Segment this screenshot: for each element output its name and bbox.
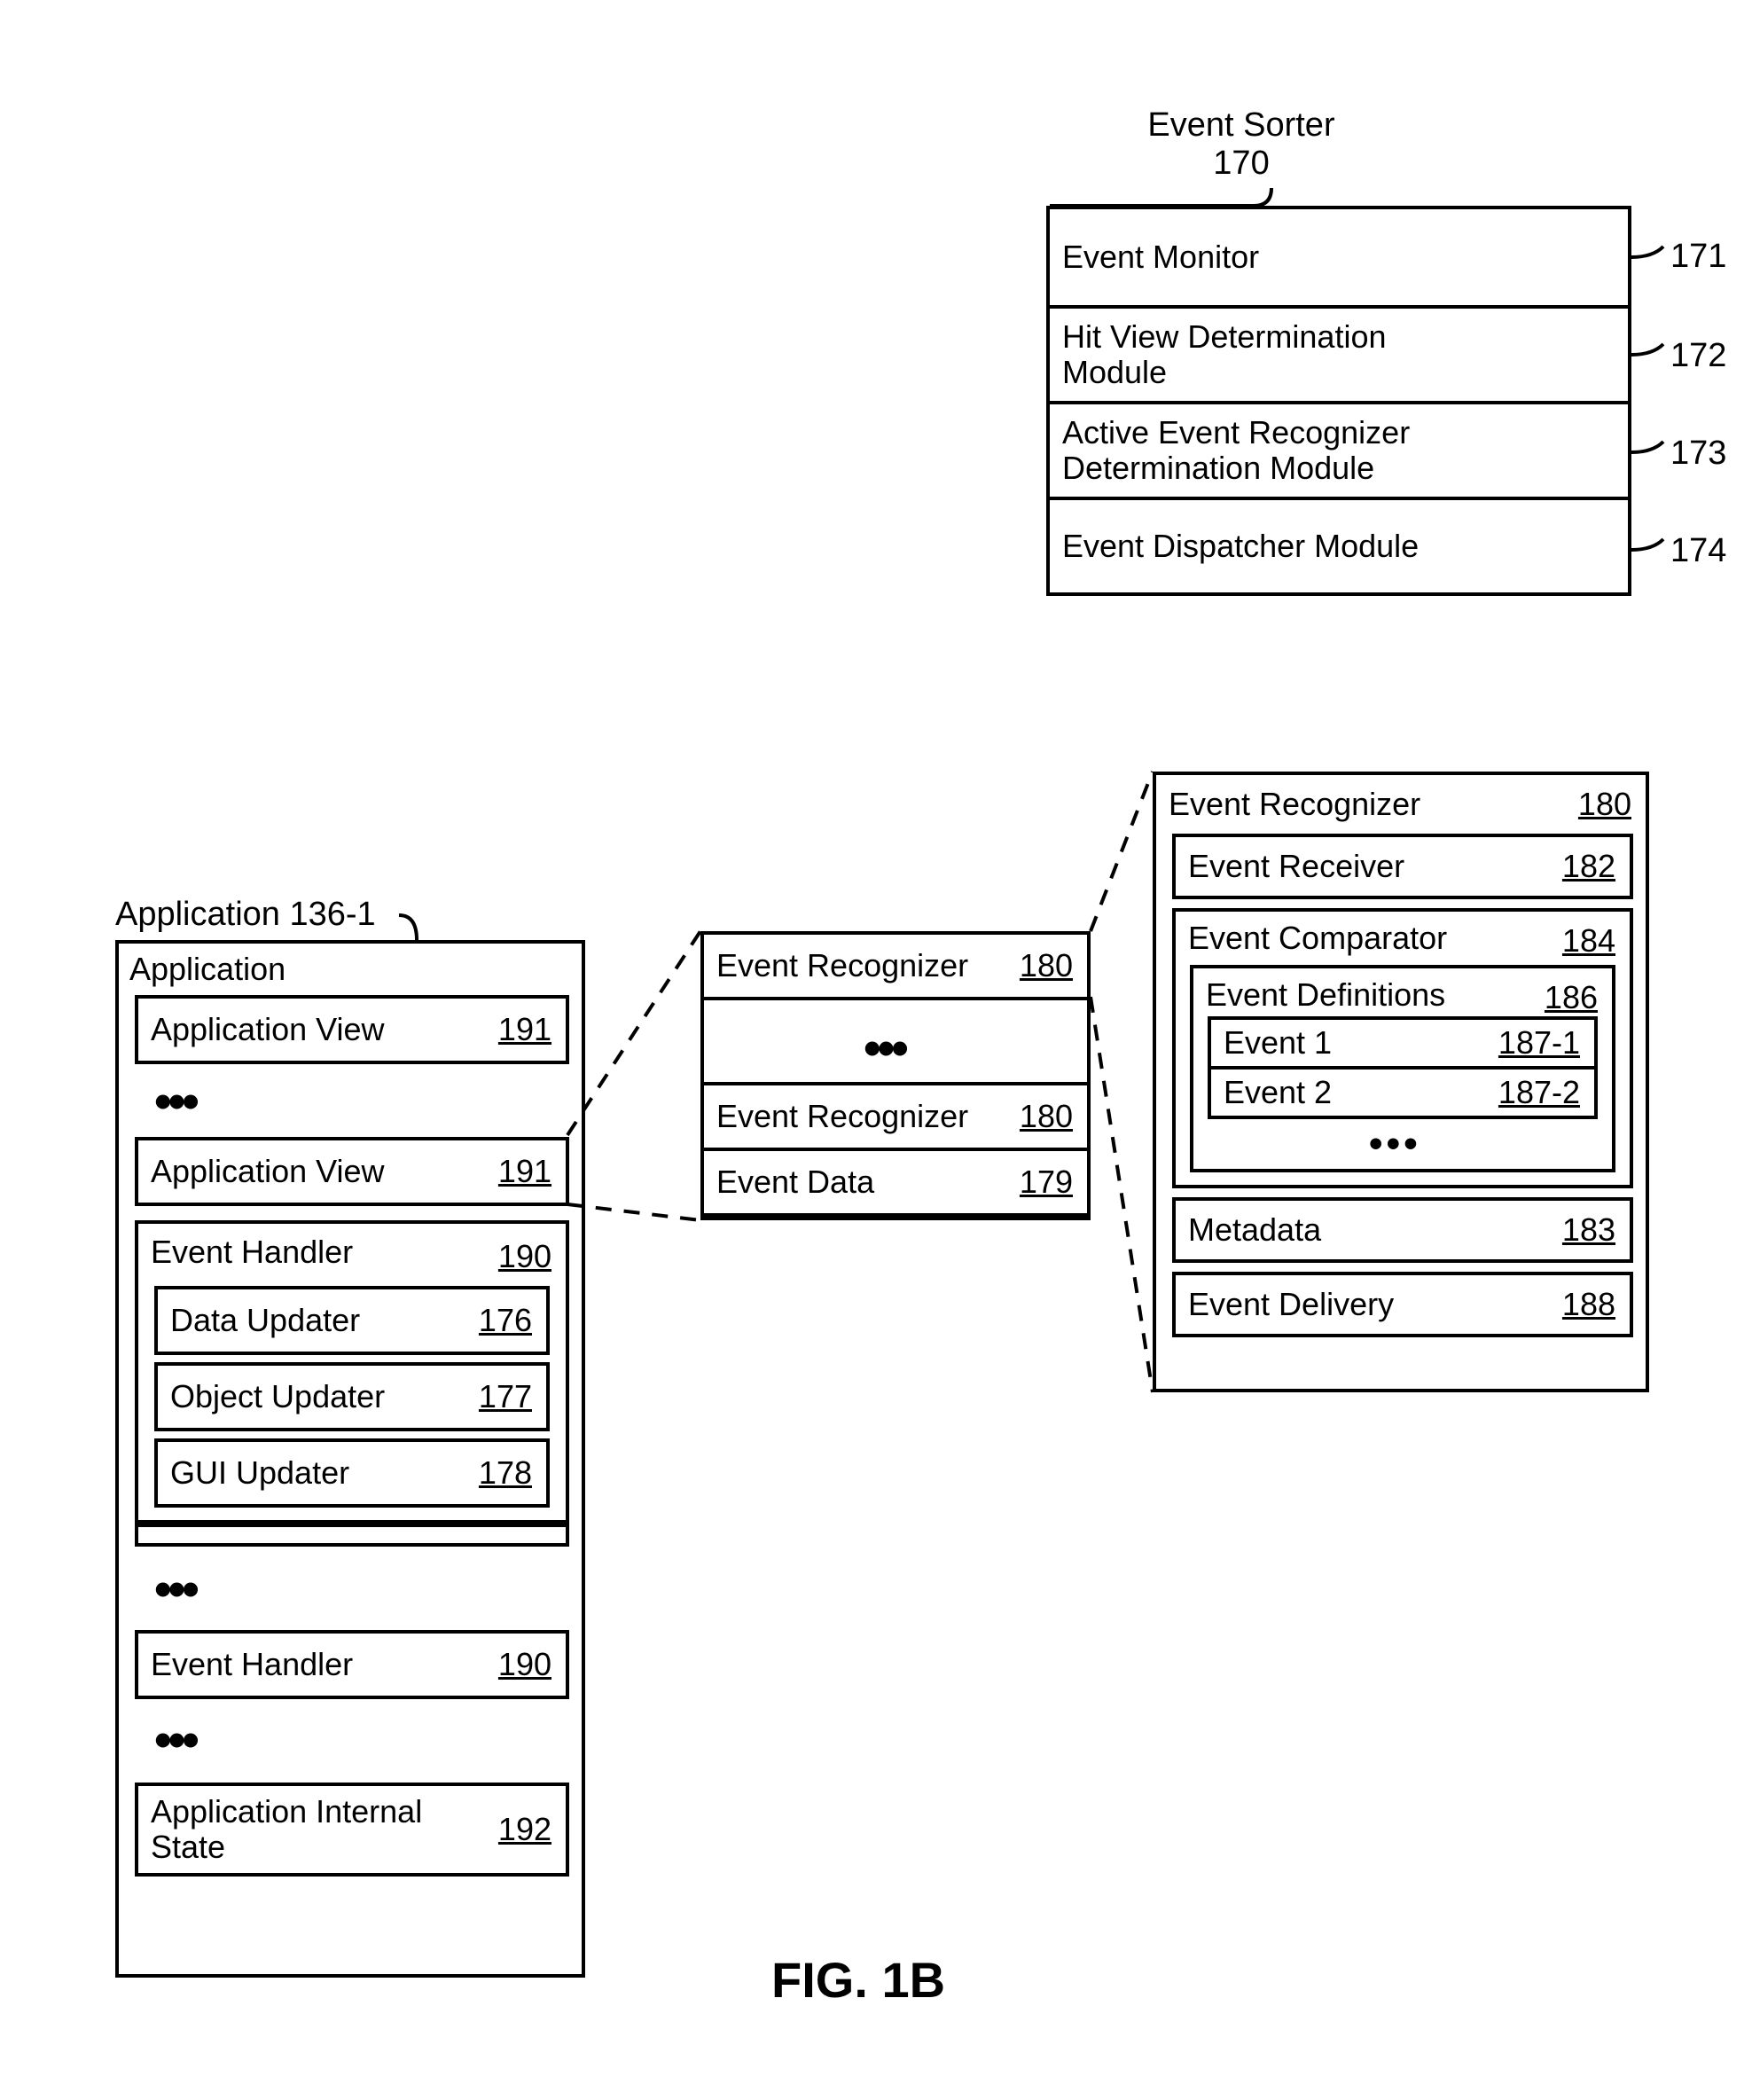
page: Event Sorter 170 Event Monitor Hit View … [0, 0, 1752, 2100]
connector-lines [0, 0, 1752, 2100]
